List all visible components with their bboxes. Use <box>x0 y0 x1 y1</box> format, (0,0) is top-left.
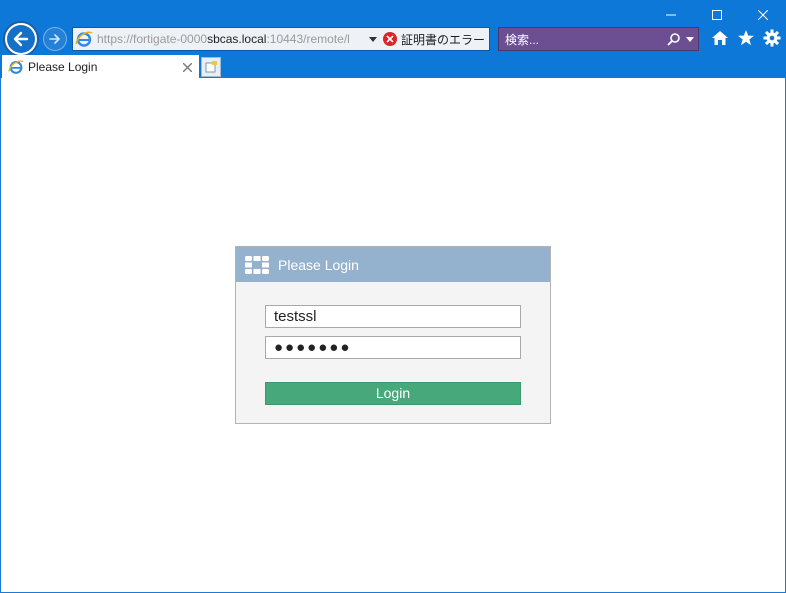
cert-error-icon[interactable] <box>383 32 397 46</box>
browser-chrome: https://fortigate-0000sbcas.local:10443/… <box>0 0 786 78</box>
url-suffix: :10443/remote/l <box>266 32 350 46</box>
search-box[interactable]: 検索... <box>498 27 699 51</box>
tab-strip: Please Login <box>0 55 786 78</box>
gear-icon <box>763 29 781 47</box>
refresh-icon <box>489 33 490 45</box>
search-input[interactable]: 検索... <box>499 31 666 48</box>
fortinet-logo-icon <box>244 255 270 275</box>
chevron-down-icon <box>686 36 694 42</box>
maximize-button[interactable] <box>694 0 740 30</box>
home-icon <box>712 31 728 45</box>
arrow-left-icon <box>13 31 29 47</box>
search-dropdown-button[interactable] <box>682 36 698 42</box>
forward-button[interactable] <box>43 27 67 51</box>
search-icon <box>667 33 680 46</box>
address-bar[interactable]: https://fortigate-0000sbcas.local:10443/… <box>72 27 490 51</box>
cert-error-label[interactable]: 証明書のエラー <box>397 31 485 48</box>
minimize-button[interactable] <box>648 0 694 30</box>
chevron-down-icon <box>369 36 377 42</box>
close-icon <box>758 10 768 20</box>
window-frame-left <box>0 78 1 593</box>
url-text[interactable]: https://fortigate-0000sbcas.local:10443/… <box>95 28 367 50</box>
toolbar-icons <box>710 28 782 48</box>
tab-title: Please Login <box>28 59 98 74</box>
login-button[interactable]: Login <box>265 382 521 405</box>
url-prefix: https://fortigate-0000 <box>97 32 208 46</box>
home-button[interactable] <box>710 28 730 48</box>
password-input[interactable]: ●●●●●●● <box>265 336 521 359</box>
login-panel: Please Login testssl ●●●●●●● Login <box>235 246 551 424</box>
maximize-icon <box>712 10 722 20</box>
tab-close-button[interactable] <box>179 59 195 75</box>
favorites-button[interactable] <box>736 28 756 48</box>
refresh-button[interactable] <box>489 33 490 45</box>
minimize-icon <box>666 14 676 16</box>
ie-logo-icon <box>73 28 95 50</box>
tab-active[interactable]: Please Login <box>2 55 199 78</box>
address-dropdown-button[interactable] <box>367 36 379 42</box>
star-icon <box>738 30 754 46</box>
close-window-button[interactable] <box>740 0 786 30</box>
username-input[interactable]: testssl <box>265 305 521 328</box>
url-host: sbcas.local <box>207 32 267 46</box>
new-tab-button[interactable] <box>201 57 221 77</box>
login-header: Please Login <box>236 247 550 282</box>
back-button[interactable] <box>3 21 39 57</box>
close-icon <box>182 62 192 72</box>
new-tab-icon <box>205 61 217 73</box>
login-title: Please Login <box>278 256 359 273</box>
window-controls <box>648 0 786 30</box>
ie-favicon-icon <box>8 59 24 75</box>
search-button[interactable] <box>666 32 682 46</box>
settings-button[interactable] <box>762 28 782 48</box>
arrow-right-icon <box>49 34 60 44</box>
